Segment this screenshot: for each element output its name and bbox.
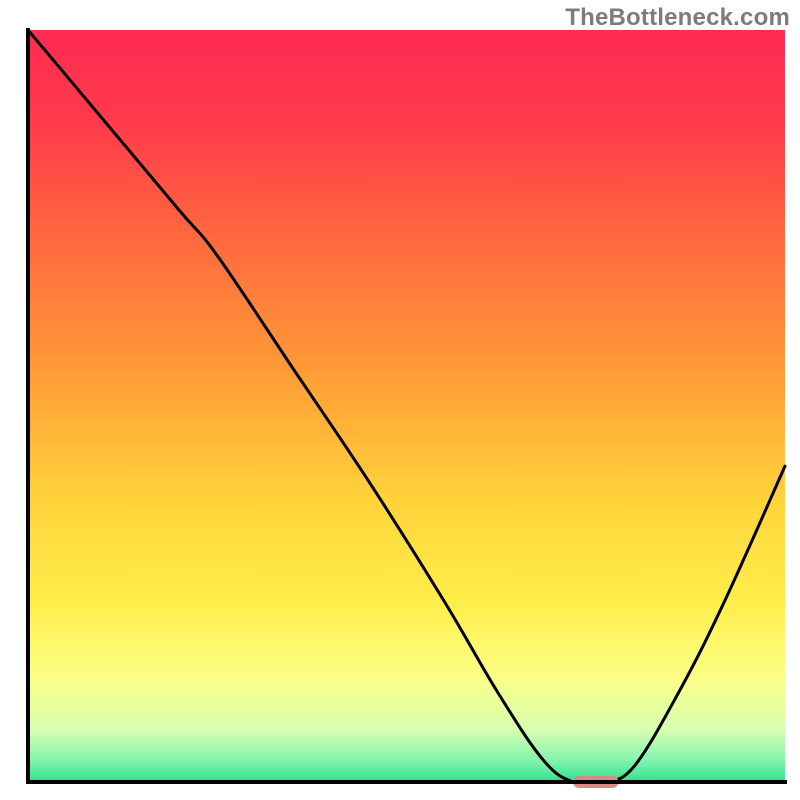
chart-frame: TheBottleneck.com <box>0 0 800 800</box>
watermark-label: TheBottleneck.com <box>565 4 790 32</box>
plot-background <box>28 30 785 782</box>
chart-svg <box>0 0 800 800</box>
